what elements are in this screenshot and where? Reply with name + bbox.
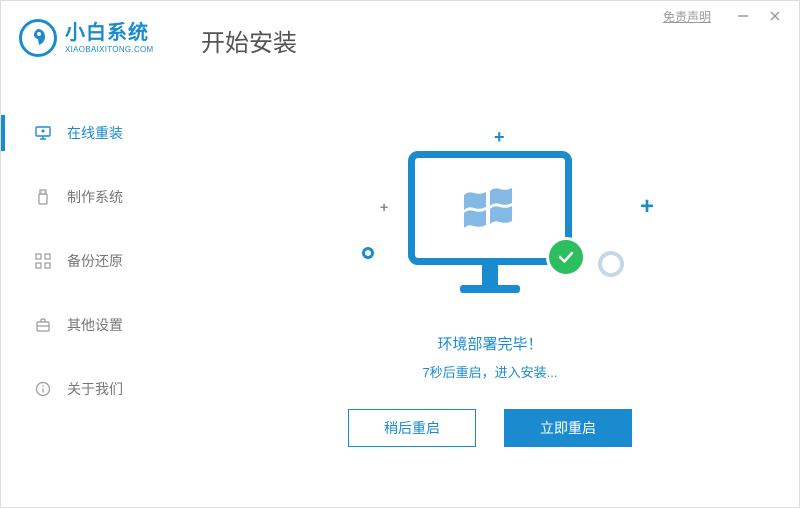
disclaimer-link[interactable]: 免责声明 — [663, 8, 711, 25]
briefcase-icon — [35, 317, 51, 333]
plus-decoration: + — [380, 199, 388, 215]
brand-name: 小白系统 — [65, 23, 154, 43]
restart-later-button[interactable]: 稍后重启 — [348, 409, 476, 447]
sidebar-item-label: 在线重装 — [67, 123, 123, 143]
info-icon — [35, 381, 51, 397]
status-sub-message: 7秒后重启，进入安装... — [422, 362, 557, 381]
minimize-icon — [737, 10, 749, 22]
brand-url: XIAOBAIXITONG.COM — [65, 45, 154, 54]
content-area: + + + 环境部署完毕！ 7秒后重启，进入安装... 稍后重启 立即重启 — [201, 81, 779, 487]
brand-logo: 小白系统 XIAOBAIXITONG.COM — [19, 19, 154, 57]
sidebar-item-label: 关于我们 — [67, 379, 123, 399]
illustration: + + + — [300, 121, 680, 321]
plus-decoration: + — [494, 127, 505, 148]
circle-decoration — [362, 247, 374, 259]
sidebar-item-reinstall[interactable]: 在线重装 — [1, 101, 176, 165]
page-title: 开始安装 — [201, 23, 297, 58]
circle-decoration — [598, 251, 624, 277]
success-badge — [546, 237, 586, 277]
sidebar-item-label: 其他设置 — [67, 315, 123, 335]
sidebar-item-label: 备份还原 — [67, 251, 123, 271]
monitor-stand — [482, 265, 498, 287]
restart-now-button[interactable]: 立即重启 — [504, 409, 632, 447]
sidebar-item-make-system[interactable]: 制作系统 — [1, 165, 176, 229]
close-button[interactable] — [759, 1, 791, 31]
close-icon — [769, 10, 781, 22]
plus-decoration: + — [640, 193, 654, 221]
sidebar: 在线重装 制作系统 备份还原 其他设置 关于我们 — [1, 101, 176, 421]
usb-icon — [35, 189, 51, 205]
sidebar-item-label: 制作系统 — [67, 187, 123, 207]
minimize-button[interactable] — [727, 1, 759, 31]
status-message: 环境部署完毕！ — [437, 333, 542, 354]
logo-icon — [19, 19, 57, 57]
sidebar-item-settings[interactable]: 其他设置 — [1, 293, 176, 357]
monitor-icon — [35, 125, 51, 141]
monitor-base — [460, 285, 520, 293]
check-icon — [556, 247, 576, 267]
grid-icon — [35, 253, 51, 269]
sidebar-item-backup[interactable]: 备份还原 — [1, 229, 176, 293]
sidebar-item-about[interactable]: 关于我们 — [1, 357, 176, 421]
windows-icon — [458, 181, 522, 235]
